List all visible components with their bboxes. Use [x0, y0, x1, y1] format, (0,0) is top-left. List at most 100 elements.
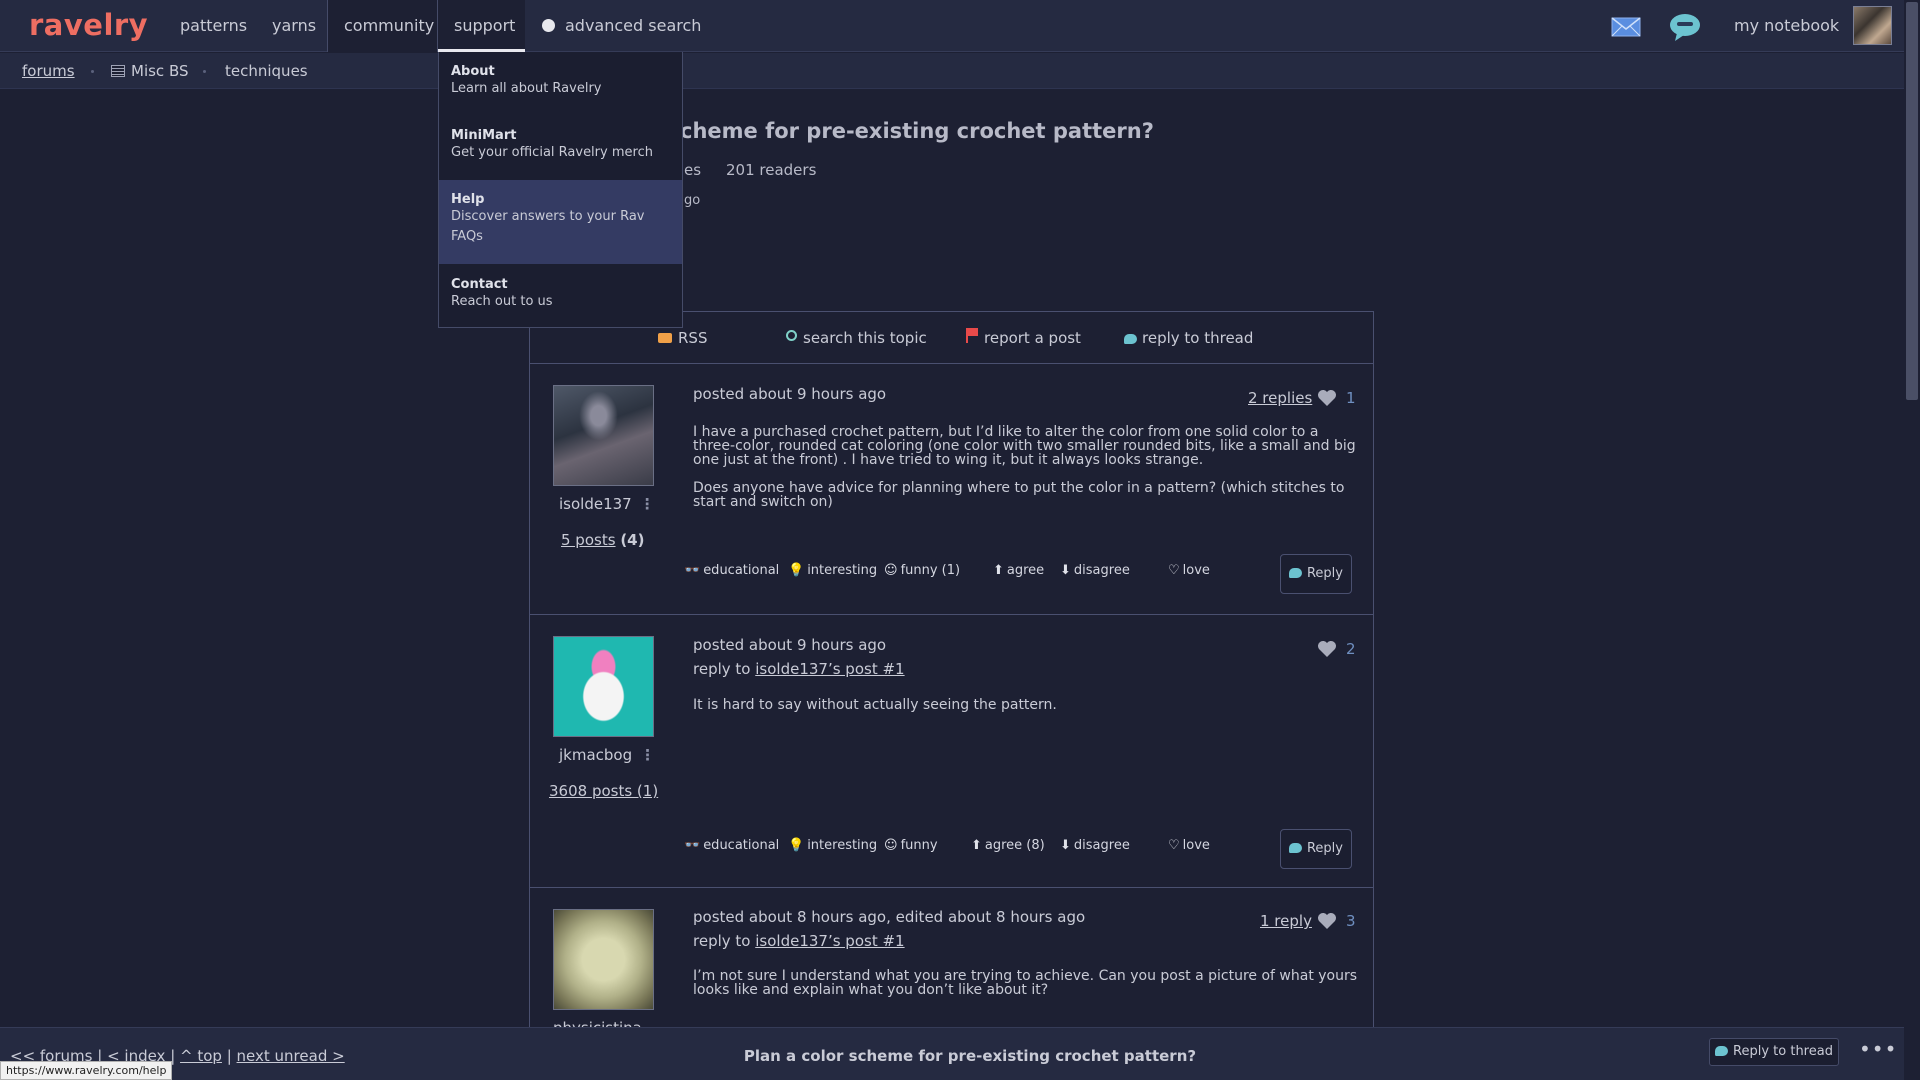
reaction-agree[interactable]: ⬆ agree (8) — [971, 838, 1045, 853]
reaction-agree[interactable]: ⬆ agree — [993, 563, 1044, 578]
reply-to-link[interactable]: isolde137’s post #1 — [755, 660, 904, 678]
list-icon — [111, 65, 125, 77]
menu-item-about[interactable]: About Learn all about Ravelry — [439, 64, 682, 99]
post-username[interactable]: jkmacbog ⋮ — [559, 746, 655, 764]
reply-thread-link[interactable]: reply to thread — [1124, 312, 1253, 364]
support-dropdown-menu: About Learn all about Ravelry MiniMart G… — [438, 52, 683, 328]
breadcrumb-board-label: Misc BS — [131, 62, 189, 80]
reply-to-thread-button[interactable]: Reply to thread — [1709, 1038, 1839, 1066]
post-count[interactable]: 3608 posts (1) — [549, 782, 658, 800]
post-paragraph: I’m not sure I understand what you are t… — [693, 968, 1358, 998]
lightbulb-icon: 💡 — [788, 838, 805, 853]
user-avatar[interactable] — [553, 636, 654, 737]
breadcrumb: forums Misc BS techniques — [0, 53, 1904, 89]
unread-count: (4) — [620, 531, 645, 549]
ravelry-logo[interactable]: ravelry — [29, 8, 148, 42]
menu-item-help[interactable]: Help Discover answers to your Rav FAQs — [439, 180, 682, 264]
bottom-thread-title: Plan a color scheme for pre-existing cro… — [743, 1047, 1197, 1065]
advanced-search-link[interactable]: advanced search — [542, 0, 701, 52]
breadcrumb-forums[interactable]: forums — [22, 53, 75, 89]
top-nav-bar: ravelry patterns yarns community support… — [0, 0, 1904, 52]
reaction-funny[interactable]: ☺ funny (1) — [884, 563, 960, 578]
breadcrumb-board[interactable]: Misc BS — [111, 53, 189, 89]
reaction-interesting[interactable]: 💡 interesting — [788, 838, 877, 853]
replies-link[interactable]: 1 reply — [1260, 912, 1312, 930]
post-paragraph: It is hard to say without actually seein… — [693, 697, 1057, 713]
rss-icon — [658, 333, 672, 343]
thread-readers[interactable]: 201 readers — [726, 161, 816, 179]
nav-support[interactable]: support — [438, 0, 525, 52]
chat-bubble-icon — [1288, 568, 1302, 578]
search-topic-label: search this topic — [803, 329, 927, 347]
lightbulb-icon: 💡 — [788, 563, 805, 578]
scrollbar-thumb[interactable] — [1906, 2, 1918, 400]
breadcrumb-tag[interactable]: techniques — [225, 53, 308, 89]
chat-bubble-icon — [1715, 1046, 1729, 1056]
like-count: 3 — [1346, 912, 1356, 930]
user-avatar[interactable] — [553, 909, 654, 1010]
heart-icon[interactable] — [1317, 912, 1337, 930]
nav-community[interactable]: community — [327, 0, 438, 52]
report-post-link[interactable]: report a post — [966, 312, 1081, 364]
arrow-down-icon: ⬇ — [1060, 838, 1071, 853]
reply-to: reply to isolde137’s post #1 — [693, 660, 905, 678]
reaction-love[interactable]: ♡ love — [1168, 563, 1210, 578]
reaction-funny[interactable]: ☺ funny — [884, 838, 938, 853]
arrow-down-icon: ⬇ — [1060, 563, 1071, 578]
reaction-love[interactable]: ♡ love — [1168, 838, 1210, 853]
more-options-icon[interactable]: ⋮ — [640, 495, 655, 513]
reaction-disagree[interactable]: ⬇ disagree — [1060, 563, 1130, 578]
like-count: 1 — [1346, 389, 1356, 407]
arrow-up-icon: ⬆ — [971, 838, 982, 853]
mask-icon: ☺ — [884, 838, 898, 853]
reaction-interesting[interactable]: 💡 interesting — [788, 563, 877, 578]
post-timestamp: posted about 9 hours ago — [693, 636, 887, 654]
thread-title: cheme for pre-existing crochet pattern? — [680, 119, 1154, 143]
user-avatar[interactable] — [553, 385, 654, 486]
glasses-icon: 👓 — [684, 838, 701, 853]
reply-button[interactable]: Reply — [1280, 829, 1352, 869]
user-avatar[interactable] — [1853, 6, 1892, 45]
reaction-educational[interactable]: 👓 educational — [684, 563, 779, 578]
heart-outline-icon: ♡ — [1168, 838, 1180, 853]
reaction-disagree[interactable]: ⬇ disagree — [1060, 838, 1130, 853]
post-username[interactable]: isolde137 ⋮ — [559, 495, 655, 513]
search-icon — [786, 330, 797, 341]
my-notebook-link[interactable]: my notebook — [1734, 0, 1839, 52]
menu-item-contact[interactable]: Contact Reach out to us — [439, 277, 682, 312]
nav-yarns[interactable]: yarns — [256, 0, 332, 52]
breadcrumb-separator — [91, 70, 94, 73]
more-menu-icon[interactable]: ••• — [1859, 1037, 1897, 1061]
post-body: It is hard to say without actually seein… — [693, 698, 1358, 726]
post-paragraph: I have a purchased crochet pattern, but … — [693, 424, 1356, 468]
like-count: 2 — [1346, 640, 1356, 658]
thread-meta-partial: es — [684, 161, 702, 179]
forum-post: physicistina posted about 8 hours ago, e… — [530, 889, 1373, 1029]
menu-item-minimart[interactable]: MiniMart Get your official Ravelry merch — [439, 128, 682, 163]
nav-patterns[interactable]: patterns — [164, 0, 263, 52]
reply-to-link[interactable]: isolde137’s post #1 — [755, 932, 904, 950]
mail-icon[interactable] — [1611, 17, 1641, 37]
post-timestamp: posted about 8 hours ago, edited about 8… — [693, 908, 1086, 926]
breadcrumb-separator — [203, 70, 206, 73]
flag-icon — [966, 328, 978, 343]
search-toggle-icon — [542, 19, 555, 32]
status-bar-url: https://www.ravelry.com/help — [0, 1061, 173, 1080]
more-options-icon[interactable]: ⋮ — [640, 746, 655, 764]
reply-button[interactable]: Reply — [1280, 554, 1352, 594]
post-count[interactable]: 5 posts (4) — [561, 531, 644, 549]
thread-age-partial: go — [684, 193, 701, 208]
glasses-icon: 👓 — [684, 563, 701, 578]
post-body: I have a purchased crochet pattern, but … — [693, 425, 1358, 523]
heart-outline-icon: ♡ — [1168, 563, 1180, 578]
replies-link[interactable]: 2 replies — [1248, 389, 1312, 407]
forum-post: jkmacbog ⋮ 3608 posts (1) posted about 9 … — [530, 616, 1373, 888]
chat-bubble-icon[interactable] — [1669, 12, 1701, 42]
chat-bubble-icon — [1124, 334, 1137, 344]
reaction-educational[interactable]: 👓 educational — [684, 838, 779, 853]
search-topic-link[interactable]: search this topic — [786, 312, 927, 364]
heart-icon[interactable] — [1317, 389, 1337, 407]
post-timestamp: posted about 9 hours ago — [693, 385, 887, 403]
reply-to: reply to isolde137’s post #1 — [693, 932, 905, 950]
heart-icon[interactable] — [1317, 640, 1337, 658]
